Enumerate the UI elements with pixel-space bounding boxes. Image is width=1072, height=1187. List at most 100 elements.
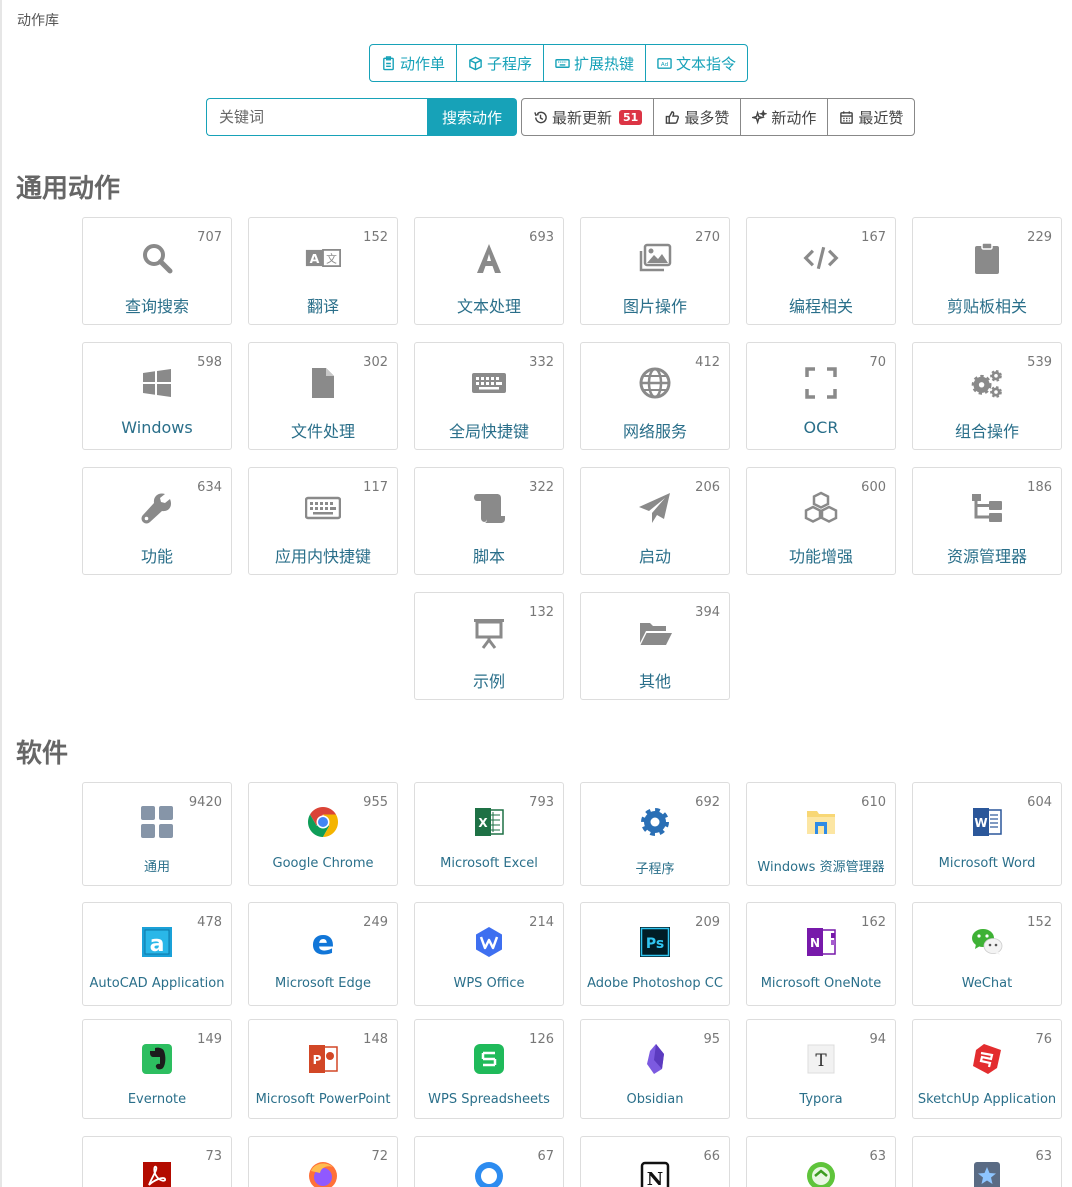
software-card-excel[interactable]: 793 X Microsoft Excel	[414, 782, 564, 886]
software-card-obsidian[interactable]: 95 Obsidian	[580, 1019, 730, 1119]
sort-new-actions[interactable]: 新动作	[741, 99, 829, 135]
edge-icon: e	[306, 923, 340, 963]
card-label: Typora	[799, 1092, 843, 1107]
software-card-windows-explorer[interactable]: 610 Windows 资源管理器	[746, 782, 896, 886]
software-card-acrobat[interactable]: 73	[82, 1136, 232, 1187]
tab-action-list-label: 动作单	[400, 54, 446, 73]
category-card-network[interactable]: 412 网络服务	[580, 342, 730, 450]
search-icon	[139, 240, 175, 276]
tab-hotkey[interactable]: 扩展热键	[544, 45, 647, 81]
card-count: 70	[869, 355, 886, 370]
card-label: Microsoft Word	[938, 856, 1036, 871]
card-count: 412	[695, 355, 720, 370]
software-card-wps-spreadsheets[interactable]: 126 WPS Spreadsheets	[414, 1019, 564, 1119]
card-count: 76	[1035, 1032, 1052, 1047]
category-card-code[interactable]: 167 编程相关	[746, 217, 896, 325]
new-count-badge: 51	[619, 109, 643, 125]
software-card-subroutine[interactable]: 692 子程序	[580, 782, 730, 886]
card-label: WPS Spreadsheets	[428, 1092, 550, 1107]
category-card-windows[interactable]: 598 Windows	[82, 342, 232, 450]
svg-text:W: W	[974, 816, 987, 830]
type-tab-group: 动作单 子程序 扩展热键 Ad 文本指令	[369, 44, 749, 82]
card-count: 707	[197, 230, 222, 245]
category-card-enhance[interactable]: 600 功能增强	[746, 467, 896, 575]
category-card-app-hotkey[interactable]: 117 应用内快捷键	[248, 467, 398, 575]
card-count: 332	[529, 355, 554, 370]
software-card-edge[interactable]: 249 e Microsoft Edge	[248, 902, 398, 1006]
word-icon: W	[970, 805, 1004, 839]
category-card-file[interactable]: 302 文件处理	[248, 342, 398, 450]
category-card-launch[interactable]: 206 启动	[580, 467, 730, 575]
card-count: 63	[1035, 1149, 1052, 1164]
card-count: 149	[197, 1032, 222, 1047]
category-card-explorer[interactable]: 186 资源管理器	[912, 467, 1062, 575]
category-card-script[interactable]: 322 脚本	[414, 467, 564, 575]
card-label: 通用	[143, 860, 170, 875]
folder-open-icon	[637, 615, 673, 651]
card-label: 图片操作	[622, 297, 687, 316]
card-count: 604	[1027, 795, 1052, 810]
category-card-image[interactable]: 270 图片操作	[580, 217, 730, 325]
software-card-evernote[interactable]: 149 Evernote	[82, 1019, 232, 1119]
sparkle-icon	[752, 109, 768, 125]
category-card-search[interactable]: 707 查询搜索	[82, 217, 232, 325]
software-card-powerpoint[interactable]: 148 P Microsoft PowerPoint	[248, 1019, 398, 1119]
category-card-text[interactable]: 693 文本处理	[414, 217, 564, 325]
tab-subroutine[interactable]: 子程序	[457, 45, 545, 81]
software-card-firefox[interactable]: 72	[248, 1136, 398, 1187]
cogs-icon	[969, 365, 1005, 401]
wrench-icon	[139, 490, 175, 526]
category-card-ocr[interactable]: 70 OCR	[746, 342, 896, 450]
software-card-general[interactable]: 9420 通用	[82, 782, 232, 886]
card-label: 功能增强	[788, 547, 853, 566]
left-border	[0, 0, 2, 1187]
software-card-wps-office[interactable]: 214 WPS Office	[414, 902, 564, 1006]
software-card-onenote[interactable]: 162 N Microsoft OneNote	[746, 902, 896, 1006]
card-label: 启动	[638, 547, 671, 566]
sort-latest[interactable]: 最新更新 51	[522, 99, 655, 135]
green-circle-app-icon	[804, 1159, 838, 1187]
software-card-blue-app[interactable]: 67	[414, 1136, 564, 1187]
tab-subroutine-label: 子程序	[487, 54, 533, 73]
software-card-autocad[interactable]: 478 a AutoCAD Application	[82, 902, 232, 1006]
sort-recently-liked[interactable]: 最近赞	[828, 99, 914, 135]
category-card-clipboard[interactable]: 229 剪贴板相关	[912, 217, 1062, 325]
tab-text-command[interactable]: Ad 文本指令	[646, 45, 747, 81]
typora-icon: T	[804, 1042, 838, 1076]
card-label: Windows 资源管理器	[757, 860, 885, 875]
software-card-chrome[interactable]: 955 Google Chrome	[248, 782, 398, 886]
search-button[interactable]: 搜索动作	[427, 98, 517, 136]
software-card-photoshop[interactable]: 209 Ps Adobe Photoshop CC	[580, 902, 730, 1006]
clipboard-icon	[969, 240, 1005, 276]
card-label: 子程序	[635, 862, 675, 877]
sort-most-liked[interactable]: 最多赞	[654, 99, 742, 135]
card-count: 693	[529, 230, 554, 245]
card-count: 955	[363, 795, 388, 810]
gear-icon	[638, 805, 672, 839]
card-label: 应用内快捷键	[274, 547, 371, 566]
section-title-general: 通用动作	[16, 174, 121, 204]
category-card-combo[interactable]: 539 组合操作	[912, 342, 1062, 450]
tab-action-list[interactable]: 动作单	[370, 45, 458, 81]
search-input[interactable]	[206, 98, 427, 136]
card-label: Windows	[121, 418, 193, 437]
card-count: 302	[363, 355, 388, 370]
software-card-star-app[interactable]: 63	[912, 1136, 1062, 1187]
category-card-example[interactable]: 132 示例	[414, 592, 564, 700]
card-count: 132	[529, 605, 554, 620]
software-card-typora[interactable]: 94 T Typora	[746, 1019, 896, 1119]
card-label: SketchUp Application	[917, 1092, 1057, 1107]
category-card-translate[interactable]: 152 A文 翻译	[248, 217, 398, 325]
card-count: 9420	[188, 795, 222, 810]
category-card-other[interactable]: 394 其他	[580, 592, 730, 700]
category-card-global-hotkey[interactable]: 332 全局快捷键	[414, 342, 564, 450]
cube-icon	[469, 56, 482, 70]
category-card-function[interactable]: 634 功能	[82, 467, 232, 575]
software-card-notion[interactable]: 66 N	[580, 1136, 730, 1187]
card-label: OCR	[803, 418, 839, 437]
svg-text:文: 文	[326, 253, 337, 266]
software-card-sketchup[interactable]: 76 SketchUp Application	[912, 1019, 1062, 1119]
software-card-wechat[interactable]: 152 WeChat	[912, 902, 1062, 1006]
software-card-word[interactable]: 604 W Microsoft Word	[912, 782, 1062, 886]
software-card-green-app[interactable]: 63	[746, 1136, 896, 1187]
